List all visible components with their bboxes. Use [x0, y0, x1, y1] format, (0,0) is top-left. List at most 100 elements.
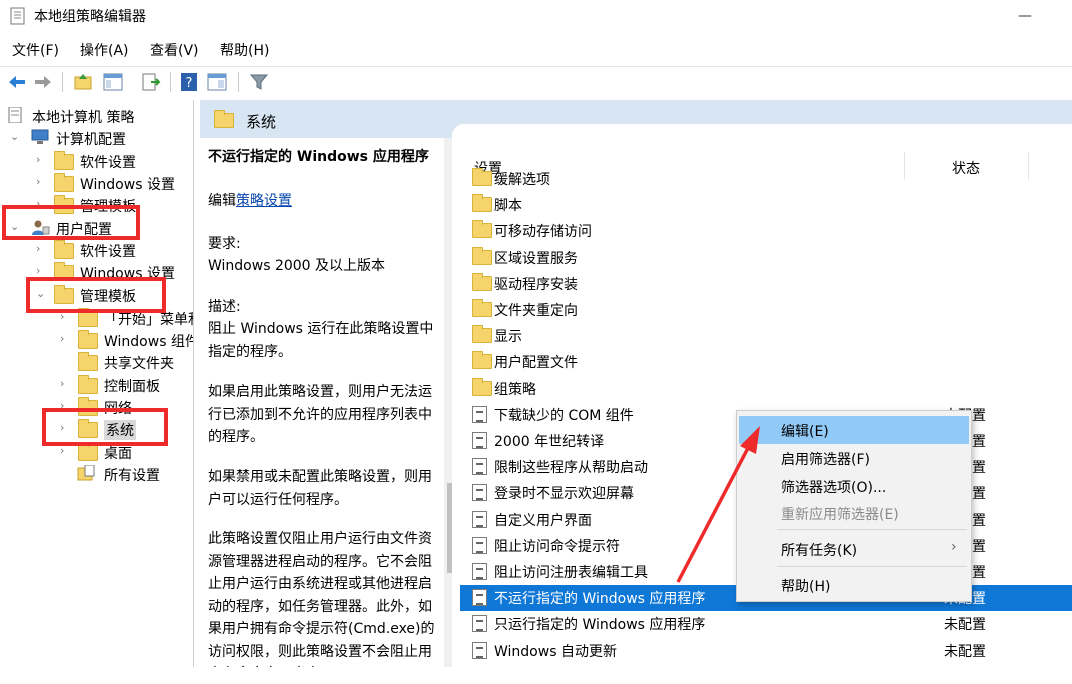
tree-all-settings[interactable]: 所有设置	[60, 464, 193, 486]
tree-control-panel[interactable]: › 控制面板	[60, 375, 193, 397]
policy-setting-icon	[472, 642, 487, 659]
tree-computer-config[interactable]: ⌄ 计算机配置	[10, 128, 193, 150]
list-item-folder[interactable]: 区域设置服务	[460, 245, 1072, 271]
folder-icon	[54, 173, 74, 192]
all-settings-icon	[77, 465, 95, 481]
policy-setting-icon	[472, 563, 487, 580]
chevron-right-icon[interactable]: ›	[36, 175, 46, 188]
menu-separator	[777, 566, 967, 567]
toolbar: ?	[0, 66, 1072, 96]
chevron-right-icon[interactable]: ›	[60, 332, 70, 345]
requirement-label: 要求:	[208, 236, 241, 252]
folder-icon	[78, 442, 98, 461]
folder-icon	[78, 330, 98, 349]
back-icon[interactable]	[6, 71, 28, 93]
menu-action[interactable]: 操作(A)	[80, 40, 129, 60]
properties-icon[interactable]	[206, 71, 228, 93]
up-folder-icon[interactable]	[72, 71, 94, 93]
help-icon[interactable]: ?	[178, 71, 200, 93]
chevron-right-icon[interactable]: ›	[36, 264, 46, 277]
list-item-folder[interactable]: 缓解选项	[460, 166, 1072, 192]
computer-icon	[31, 129, 49, 144]
navigation-tree[interactable]: 本地计算机 策略 ⌄ 计算机配置 › 软件设置 › Windows 设置 › 管…	[0, 100, 194, 667]
policy-setting-icon	[472, 432, 487, 449]
description-label: 描述:	[208, 299, 241, 315]
policy-setting-icon	[472, 537, 487, 554]
folder-icon	[472, 299, 492, 317]
policy-setting-icon	[472, 458, 487, 475]
tree-shared-folders[interactable]: 共享文件夹	[60, 352, 193, 374]
description-pane: 不运行指定的 Windows 应用程序 编辑策略设置 要求: Windows 2…	[200, 138, 454, 667]
menu-item-enable-filter[interactable]: 启用筛选器(F)	[739, 444, 969, 472]
menu-item-filter-options[interactable]: 筛选器选项(O)...	[739, 472, 969, 500]
folder-icon	[472, 247, 492, 265]
menu-separator	[777, 529, 967, 530]
chevron-right-icon[interactable]: ›	[60, 377, 70, 390]
folder-icon	[472, 220, 492, 238]
pane-header-title: 系统	[246, 113, 277, 131]
folder-icon	[214, 110, 234, 128]
folder-icon	[78, 375, 98, 394]
list-item-folder[interactable]: 用户配置文件	[460, 349, 1072, 375]
list-item-folder[interactable]: 脚本	[460, 192, 1072, 218]
minimize-button[interactable]: —	[1018, 8, 1032, 24]
toolbar-divider	[170, 72, 171, 92]
folder-icon	[78, 308, 98, 327]
list-item-folder[interactable]: 显示	[460, 323, 1072, 349]
folder-icon	[472, 168, 492, 186]
menu-bar: 文件(F) 操作(A) 查看(V) 帮助(H)	[0, 38, 1072, 62]
edit-line: 编辑策略设置	[208, 193, 292, 209]
menu-item-help[interactable]: 帮助(H)	[739, 571, 969, 599]
description-para-1: 阻止 Windows 运行在此策略设置中指定的程序。	[208, 321, 434, 360]
tree-root-local-policy[interactable]: 本地计算机 策略	[6, 106, 193, 128]
policy-scroll-icon	[8, 107, 22, 123]
menu-view[interactable]: 查看(V)	[150, 40, 199, 60]
folder-icon	[472, 378, 492, 396]
folder-icon	[54, 240, 74, 259]
list-item-folder[interactable]: 文件夹重定向	[460, 297, 1072, 323]
tree-c-windows[interactable]: › Windows 设置	[36, 173, 193, 195]
menu-item-edit[interactable]: 编辑(E)	[739, 416, 969, 444]
show-tree-icon[interactable]	[102, 71, 124, 93]
list-item-policy[interactable]: 只运行指定的 Windows 应用程序 未配置	[460, 611, 1072, 637]
menu-help[interactable]: 帮助(H)	[220, 40, 269, 60]
list-item-folder[interactable]: 组策略	[460, 376, 1072, 402]
policy-setting-icon	[472, 406, 487, 423]
filter-icon[interactable]	[248, 71, 270, 93]
list-item-folder[interactable]: 可移动存储访问	[460, 218, 1072, 244]
folder-icon	[472, 194, 492, 212]
folder-icon	[472, 325, 492, 343]
menu-file[interactable]: 文件(F)	[12, 40, 59, 60]
description-para-4: 此策略设置仅阻止用户运行由文件资源管理器进程启动的程序。它不会阻止用户运行由系统…	[208, 531, 435, 667]
title-bar: 本地组策略编辑器 —	[0, 0, 1072, 34]
highlight-box-user-config	[2, 205, 140, 240]
chevron-down-icon[interactable]: ⌄	[10, 130, 20, 143]
context-menu: 编辑(E) 启用筛选器(F) 筛选器选项(O)... 重新应用筛选器(E) 所有…	[736, 410, 972, 602]
list-item-folder[interactable]: 驱动程序安装	[460, 271, 1072, 297]
toolbar-divider	[238, 72, 239, 92]
tree-u-software[interactable]: › 软件设置	[36, 240, 193, 262]
chevron-right-icon[interactable]: ›	[36, 242, 46, 255]
description-title: 不运行指定的 Windows 应用程序	[208, 149, 429, 165]
menu-item-reapply-filter: 重新应用筛选器(E)	[781, 507, 899, 523]
policy-settings-link[interactable]: 策略设置	[236, 193, 292, 209]
chevron-right-icon[interactable]: ›	[36, 153, 46, 166]
tree-windows-components[interactable]: › Windows 组件	[60, 330, 193, 352]
policy-editor-icon	[10, 7, 25, 25]
folder-icon	[472, 273, 492, 291]
policy-setting-icon	[472, 484, 487, 501]
folder-icon	[78, 352, 98, 371]
submenu-arrow-icon: ›	[951, 539, 957, 555]
description-para-2: 如果启用此策略设置，则用户无法运行已添加到不允许的应用程序列表中的程序。	[208, 384, 432, 445]
forward-icon[interactable]	[32, 71, 54, 93]
folder-icon	[472, 351, 492, 369]
policy-setting-icon	[472, 589, 487, 606]
list-item-policy[interactable]: Windows 自动更新 未配置	[460, 638, 1072, 664]
svg-text:?: ?	[186, 76, 193, 91]
export-icon[interactable]	[140, 71, 162, 93]
menu-item-all-tasks[interactable]: 所有任务(K) ›	[739, 535, 969, 563]
tree-c-software[interactable]: › 软件设置	[36, 151, 193, 173]
highlight-box-system	[42, 408, 168, 446]
toolbar-divider	[62, 72, 63, 92]
requirement-value: Windows 2000 及以上版本	[208, 258, 386, 274]
